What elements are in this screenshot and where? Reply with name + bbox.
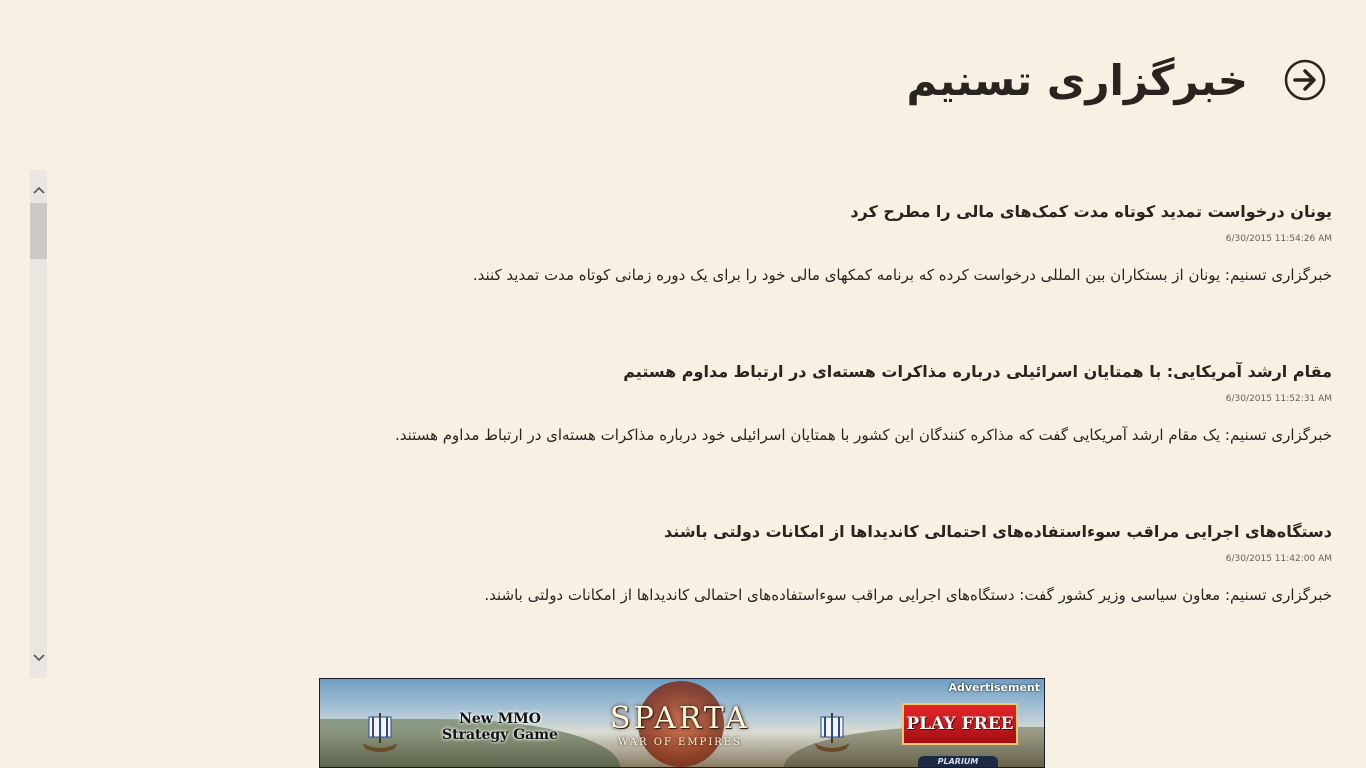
back-button[interactable] xyxy=(1284,59,1326,101)
news-item[interactable]: مقام ارشد آمریکایی: با همتایان اسرائیلی … xyxy=(332,356,1332,516)
scroll-up-button[interactable] xyxy=(30,176,47,204)
ad-label: Advertisement xyxy=(948,681,1041,694)
news-summary: خبرگزاری تسنیم: معاون سیاسی وزیر کشور گف… xyxy=(484,586,1332,604)
news-title[interactable]: دستگاه‌های اجرایی مراقب سوءاستفاده‌های ا… xyxy=(664,522,1332,541)
advertisement-banner[interactable]: New MMO Strategy Game SPARTA WAR OF EMPI… xyxy=(319,678,1045,768)
chevron-down-icon xyxy=(32,654,45,662)
page-header: خبرگزاری تسنیم xyxy=(906,40,1326,120)
chevron-up-icon xyxy=(32,186,45,194)
news-item[interactable]: یونان درخواست تمدید کوتاه مدت کمک‌های ما… xyxy=(332,196,1332,356)
news-timestamp: 6/30/2015 11:42:00 AM xyxy=(1225,554,1332,564)
ship-icon xyxy=(362,713,398,752)
ship-icon xyxy=(814,713,850,752)
news-timestamp: 6/30/2015 11:52:31 AM xyxy=(1225,394,1332,404)
arrow-right-circle-icon xyxy=(1284,59,1326,101)
news-title[interactable]: مقام ارشد آمریکایی: با همتایان اسرائیلی … xyxy=(623,362,1332,381)
news-timestamp: 6/30/2015 11:54:26 AM xyxy=(1225,234,1332,244)
app-page: خبرگزاری تسنیم یونان درخواست تمدید کوتاه… xyxy=(0,0,1366,768)
ad-logo-subtitle: WAR OF EMPIRES xyxy=(618,737,742,748)
ad-tagline: New MMO Strategy Game xyxy=(430,711,570,743)
play-free-button[interactable]: PLAY FREE xyxy=(902,703,1018,745)
news-summary: خبرگزاری تسنیم: یونان از بستکاران بین ال… xyxy=(472,266,1332,284)
scroll-down-button[interactable] xyxy=(30,644,47,672)
news-item[interactable]: دستگاه‌های اجرایی مراقب سوءاستفاده‌های ا… xyxy=(332,516,1332,676)
scrollbar-thumb[interactable] xyxy=(30,203,47,259)
ad-logo: SPARTA xyxy=(610,701,750,736)
news-title[interactable]: یونان درخواست تمدید کوتاه مدت کمک‌های ما… xyxy=(850,202,1332,221)
page-title: خبرگزاری تسنیم xyxy=(906,55,1248,105)
ad-brand: PLARIUM xyxy=(918,756,998,767)
ad-tagline-line: Strategy Game xyxy=(442,727,558,743)
ad-tagline-line: New MMO xyxy=(459,711,541,727)
news-list: یونان درخواست تمدید کوتاه مدت کمک‌های ما… xyxy=(332,196,1332,676)
news-summary: خبرگزاری تسنیم: یک مقام ارشد آمریکایی گف… xyxy=(395,426,1332,444)
vertical-scrollbar[interactable] xyxy=(30,170,47,678)
